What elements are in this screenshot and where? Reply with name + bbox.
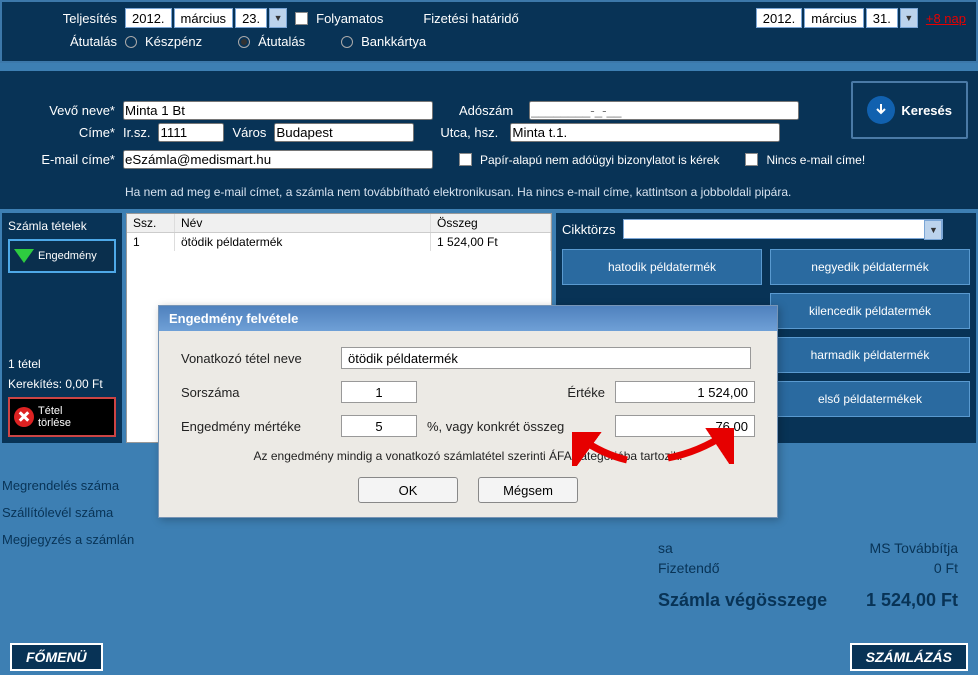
- ertek-input[interactable]: [615, 381, 755, 403]
- email-input[interactable]: [123, 150, 433, 169]
- engedmeny-btn-label: Engedmény: [38, 250, 97, 262]
- fizetesi-day: 31.: [866, 8, 898, 28]
- cikktorzs-label: Cikktörzs: [562, 222, 615, 237]
- ertek-label: Értéke: [567, 385, 605, 400]
- nincs-email-checkbox[interactable]: [745, 153, 758, 166]
- sorszam-label: Sorszáma: [181, 385, 331, 400]
- teljesites-date[interactable]: 2012. március 23. ▼: [125, 8, 287, 28]
- tetel-count: 1 tétel: [8, 357, 116, 371]
- irsz-label: Ir.sz.: [123, 125, 150, 140]
- tetelnev-input[interactable]: [341, 347, 751, 369]
- vegosszeg-value: 1 524,00 Ft: [866, 590, 958, 611]
- fizetesi-date[interactable]: 2012. március 31. ▼: [756, 8, 918, 28]
- atutalas-opt-label: Átutalás: [258, 34, 305, 49]
- product-button[interactable]: hatodik példatermék: [562, 249, 762, 285]
- percent-or-label: %, vagy konkrét összeg: [427, 419, 564, 434]
- close-icon: [14, 407, 34, 427]
- mertek-input[interactable]: [341, 415, 417, 437]
- modal-note: Az engedmény mindig a vonatkozó számlaté…: [181, 449, 755, 463]
- cell-nev: ötödik példatermék: [175, 233, 431, 251]
- keszpenz-label: Készpénz: [145, 34, 202, 49]
- chevron-down-icon[interactable]: ▼: [269, 8, 287, 28]
- items-side-title: Számla tételek: [8, 219, 116, 233]
- bankkartya-label: Bankkártya: [361, 34, 426, 49]
- product-button[interactable]: első példatermékek: [770, 381, 970, 417]
- irsz-input[interactable]: [158, 123, 224, 142]
- fizetesi-month: március: [804, 8, 864, 28]
- sorszam-input[interactable]: [341, 381, 417, 403]
- utca-input[interactable]: [510, 123, 780, 142]
- bankkartya-radio[interactable]: [341, 36, 353, 48]
- cell-osszeg: 1 524,00 Ft: [431, 233, 551, 251]
- megrendeles-label: Megrendelés száma: [2, 478, 172, 493]
- kereses-label: Keresés: [901, 103, 952, 118]
- email-note: Ha nem ad meg e-mail címet, a számla nem…: [10, 185, 968, 199]
- atutalas-radio[interactable]: [238, 36, 250, 48]
- szamlazas-button[interactable]: SZÁMLÁZÁS: [850, 643, 968, 671]
- papir-label: Papír-alapú nem adóügyi bizonylatot is k…: [480, 153, 719, 167]
- delete-btn-l2: törlése: [38, 417, 71, 429]
- atutalas-label: Átutalás: [12, 34, 117, 49]
- ok-button[interactable]: OK: [358, 477, 458, 503]
- cim-label: Címe*: [10, 125, 115, 140]
- vevo-label: Vevő neve*: [10, 103, 115, 118]
- delete-btn-l1: Tétel: [38, 405, 71, 417]
- adoszam-input[interactable]: [529, 101, 799, 120]
- kerekites-label: Kerekítés: 0,00 Ft: [8, 377, 116, 391]
- papir-checkbox[interactable]: [459, 153, 472, 166]
- cell-ssz: 1: [127, 233, 175, 251]
- chevron-down-icon[interactable]: ▼: [924, 220, 942, 240]
- sa-value: MS Továbbítja: [870, 540, 958, 556]
- chevron-down-icon[interactable]: ▼: [900, 8, 918, 28]
- utca-label: Utca, hsz.: [440, 125, 502, 140]
- varos-input[interactable]: [274, 123, 414, 142]
- col-osszeg-head[interactable]: Összeg: [431, 214, 551, 232]
- engedmeny-button[interactable]: Engedmény: [8, 239, 116, 273]
- megsem-button[interactable]: Mégsem: [478, 477, 578, 503]
- mertek-label: Engedmény mértéke: [181, 419, 331, 434]
- vegosszeg-label: Számla végösszege: [658, 590, 827, 611]
- varos-label: Város: [232, 125, 266, 140]
- plus-days-link[interactable]: +8 nap: [926, 11, 966, 26]
- vevo-input[interactable]: [123, 101, 433, 120]
- teljesites-year: 2012.: [125, 8, 172, 28]
- fomenu-button[interactable]: FŐMENÜ: [10, 643, 103, 671]
- szallito-label: Szállítólevél száma: [2, 505, 172, 520]
- product-button[interactable]: harmadik példatermék: [770, 337, 970, 373]
- adoszam-label: Adószám: [459, 103, 521, 118]
- table-row[interactable]: 1 ötödik példatermék 1 524,00 Ft: [127, 233, 551, 251]
- teljesites-label: Teljesítés: [12, 11, 117, 26]
- engedmeny-modal: Engedmény felvétele Vonatkozó tétel neve…: [158, 305, 778, 518]
- product-button[interactable]: kilencedik példatermék: [770, 293, 970, 329]
- modal-title: Engedmény felvétele: [159, 306, 777, 331]
- cikktorzs-select[interactable]: ▼: [623, 219, 943, 239]
- nincs-email-label: Nincs e-mail címe!: [766, 153, 865, 167]
- email-label: E-mail címe*: [10, 152, 115, 167]
- col-ssz-head[interactable]: Ssz.: [127, 214, 175, 232]
- tetelnev-label: Vonatkozó tétel neve: [181, 351, 331, 366]
- product-button[interactable]: negyedik példatermék: [770, 249, 970, 285]
- keszpenz-radio[interactable]: [125, 36, 137, 48]
- fizetendo-value: 0 Ft: [934, 560, 958, 576]
- fizetesi-label: Fizetési határidő: [423, 11, 518, 26]
- fizetesi-year: 2012.: [756, 8, 803, 28]
- fizetendo-label: Fizetendő: [658, 560, 719, 576]
- folyamatos-label: Folyamatos: [316, 11, 383, 26]
- col-nev-head[interactable]: Név: [175, 214, 431, 232]
- folyamatos-checkbox[interactable]: [295, 12, 308, 25]
- sa-label: sa: [658, 540, 673, 556]
- teljesites-day: 23.: [235, 8, 267, 28]
- megjegyzes-label: Megjegyzés a számlán: [2, 532, 172, 547]
- teljesites-month: március: [174, 8, 234, 28]
- tetel-torlese-button[interactable]: Tétel törlése: [8, 397, 116, 437]
- osszeg-input[interactable]: [615, 415, 755, 437]
- triangle-down-icon: [14, 249, 34, 263]
